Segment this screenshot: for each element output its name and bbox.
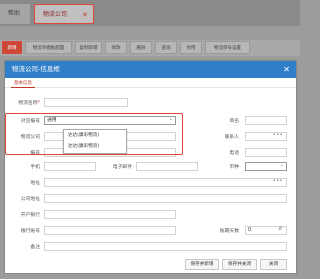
tracking-number-settings-button[interactable]: 物流单号设置	[205, 41, 250, 54]
settle-days-value: 0	[248, 228, 252, 233]
copy-new-button[interactable]: 复制新增	[75, 41, 102, 54]
remark-input[interactable]	[44, 242, 287, 251]
phone-label: 电话	[229, 151, 239, 156]
tab-logistics-company[interactable]: 物流公司 ✕	[34, 4, 94, 24]
remark-label: 备注	[30, 245, 40, 250]
disable-button[interactable]: 停用	[180, 41, 202, 54]
currency-label: 币种	[229, 165, 239, 170]
company-address-input[interactable]	[44, 194, 287, 203]
bank-input[interactable]	[44, 210, 176, 219]
currency-select[interactable]: ⌄	[245, 162, 287, 171]
mobile-label: 手机	[30, 165, 40, 170]
stepper-icon[interactable]: ⇵	[278, 226, 283, 233]
close-icon[interactable]: ✕	[82, 5, 88, 25]
settle-days-input[interactable]: 0 ⇵	[245, 226, 287, 235]
required-marker: *	[37, 101, 40, 106]
contact-label: 联系人	[224, 135, 239, 140]
new-button[interactable]: 新增	[2, 41, 22, 54]
bank-account-input[interactable]	[44, 226, 176, 235]
toolbar: 新增 物流单模板配置 复制新增 修改 删除 查询 停用 物流单号设置	[0, 40, 300, 56]
short-name-input[interactable]	[245, 116, 287, 125]
template-config-button[interactable]: 物流单模板配置	[25, 41, 72, 54]
close-button[interactable]: 关闭	[260, 259, 287, 270]
company-name-label-text: 物流名称	[18, 101, 38, 106]
more-icon[interactable]: •••	[273, 178, 283, 185]
settle-days-label: 账期天数	[219, 229, 239, 234]
company-name-input[interactable]	[44, 98, 128, 107]
mobile-input[interactable]	[44, 162, 96, 171]
phone-input[interactable]	[245, 148, 287, 157]
bank-account-label: 银行账号	[20, 229, 40, 234]
email-label: 电子邮件	[112, 165, 132, 170]
bank-label: 开户银行	[20, 213, 40, 218]
tab-basic-info[interactable]: 基本信息	[11, 79, 35, 88]
dialog-tab-bar: 基本信息	[5, 78, 296, 88]
delete-button[interactable]: 删除	[130, 41, 152, 54]
edit-button[interactable]: 修改	[105, 41, 127, 54]
company-address-label: 公司地址	[20, 197, 40, 202]
short-name-label: 简名	[229, 119, 239, 124]
close-icon[interactable]: ✕	[283, 61, 290, 78]
dialog-title: 物流公司-信息框	[12, 65, 60, 73]
search-button[interactable]: 查询	[155, 41, 177, 54]
chevron-down-icon: ⌄	[279, 162, 284, 168]
address-label: 地址	[30, 181, 40, 186]
tab-logistics-company-label: 物流公司	[43, 11, 68, 18]
save-and-close-button[interactable]: 保存并关闭	[222, 259, 257, 270]
save-and-new-button[interactable]: 保存并新增	[185, 259, 219, 270]
address-input[interactable]: •••	[44, 178, 287, 187]
email-input[interactable]	[136, 162, 198, 171]
company-name-label: 物流名称*	[8, 99, 40, 106]
top-tab-bar: 帮助 物流公司 ✕	[0, 0, 300, 26]
dialog-header: 物流公司-信息框 ✕	[5, 61, 296, 78]
highlight-box	[5, 113, 183, 155]
contact-input[interactable]: •••	[245, 132, 287, 141]
more-icon[interactable]: •••	[273, 132, 283, 139]
tab-help[interactable]: 帮助	[0, 4, 30, 24]
